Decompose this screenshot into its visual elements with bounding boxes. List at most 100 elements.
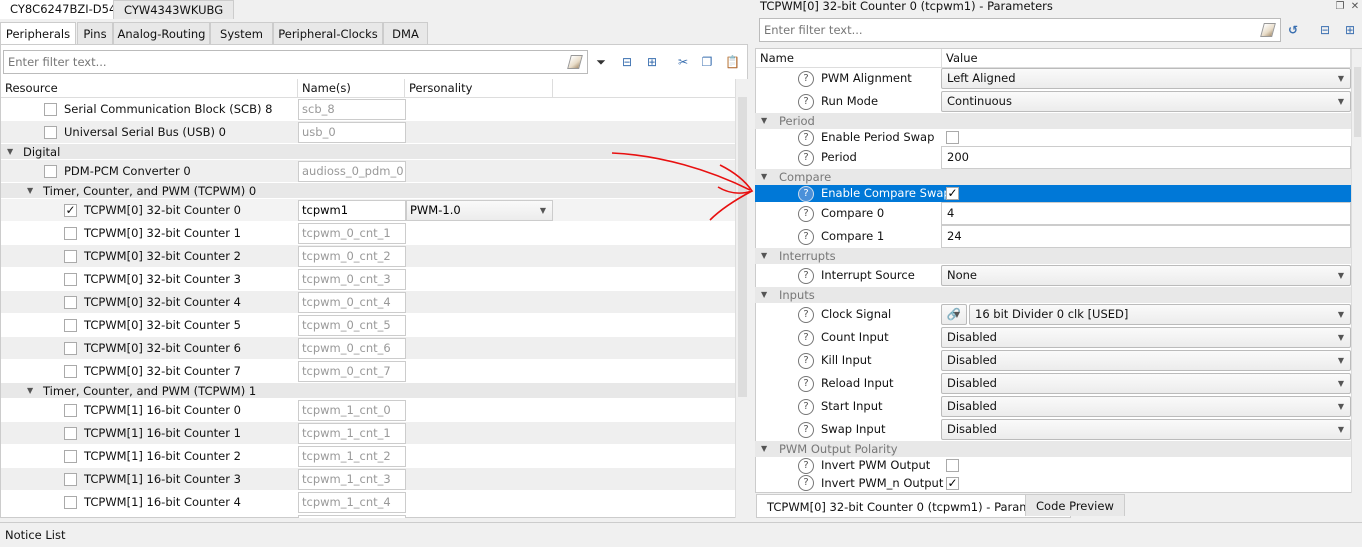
resource-row[interactable]: TCPWM[0] 32-bit Counter 7 tcpwm_0_cnt_7 [1, 360, 735, 383]
resource-checkbox[interactable] [64, 273, 77, 286]
col-resource[interactable]: Resource [1, 79, 298, 98]
resource-name-field[interactable]: tcpwm_0_cnt_7 [298, 361, 406, 382]
help-icon[interactable]: ? [798, 267, 814, 284]
clear-filter-icon[interactable] [1260, 23, 1276, 37]
resource-row[interactable]: TCPWM[1] 16-bit Counter 0 tcpwm_1_cnt_0 [1, 399, 735, 422]
close-icon[interactable]: ✕ [1348, 0, 1362, 14]
help-icon[interactable]: ? [798, 329, 814, 346]
help-icon[interactable]: ? [798, 70, 814, 87]
cut-icon[interactable]: ✂ [676, 55, 690, 69]
resource-checkbox[interactable] [64, 296, 77, 309]
param-group[interactable]: ▼ Period [755, 113, 1351, 129]
collapse-all-icon[interactable]: ⊟ [1318, 23, 1332, 37]
help-icon[interactable]: ? [798, 129, 814, 146]
help-icon[interactable]: ? [798, 421, 814, 438]
resource-row[interactable]: TCPWM[0] 32-bit Counter 2 tcpwm_0_cnt_2 [1, 245, 735, 268]
resource-checkbox[interactable] [64, 450, 77, 463]
resource-checkbox[interactable] [64, 365, 77, 378]
param-group[interactable]: ▼ Interrupts [755, 248, 1351, 264]
help-icon[interactable]: ? [798, 375, 814, 392]
param-select[interactable]: Disabled [941, 350, 1351, 371]
tree-group[interactable]: ▼ Timer, Counter, and PWM (TCPWM) 1 [1, 383, 735, 399]
resource-name-field[interactable]: tcpwm_1_cnt_0 [298, 400, 406, 421]
resource-name-field[interactable]: tcpwm_0_cnt_6 [298, 338, 406, 359]
col-value[interactable]: Value [942, 49, 1351, 68]
tab-device-cyw4343[interactable]: CYW4343WKUBG [113, 0, 235, 19]
expand-triangle-icon[interactable]: ▼ [761, 113, 767, 129]
tab-system[interactable]: System [210, 22, 273, 44]
param-select[interactable]: Disabled [941, 419, 1351, 440]
help-icon[interactable]: ? [798, 398, 814, 415]
param-text-field[interactable]: 24 [941, 225, 1351, 248]
col-names[interactable]: Name(s) [298, 79, 405, 98]
resource-name-field[interactable]: tcpwm_1_cnt_3 [298, 469, 406, 490]
resource-name-field[interactable]: tcpwm_1_cnt_2 [298, 446, 406, 467]
resource-row[interactable]: TCPWM[0] 32-bit Counter 3 tcpwm_0_cnt_3 [1, 268, 735, 291]
help-icon[interactable]: ? [798, 149, 814, 166]
tab-parameters[interactable]: TCPWM[0] 32-bit Counter 0 (tcpwm1) - Par… [756, 494, 1071, 518]
resource-checkbox[interactable] [64, 496, 77, 509]
resource-name-field[interactable]: tcpwm_0_cnt_2 [298, 246, 406, 267]
resource-row[interactable]: TCPWM[1] 16-bit Counter 2 tcpwm_1_cnt_2 [1, 445, 735, 468]
resource-name-field[interactable]: tcpwm_1_cnt_4 [298, 492, 406, 513]
personality-select[interactable]: PWM-1.0 [406, 200, 553, 221]
resource-row[interactable]: Universal Serial Bus (USB) 0 usb_0 [1, 121, 735, 144]
help-icon[interactable]: ? [798, 457, 814, 474]
param-text-field[interactable]: 4 [941, 202, 1351, 225]
resource-checkbox[interactable] [64, 404, 77, 417]
link-icon[interactable]: 🔗 [941, 304, 967, 325]
help-icon[interactable]: ? [798, 475, 814, 491]
param-text-field[interactable]: 200 [941, 146, 1351, 169]
expand-triangle-icon[interactable]: ▼ [761, 441, 767, 457]
expand-triangle-icon[interactable]: ▼ [761, 287, 767, 303]
tab-peripheral-clocks[interactable]: Peripheral-Clocks [273, 22, 383, 44]
resource-row[interactable]: Serial Communication Block (SCB) 8 scb_8 [1, 98, 735, 121]
tab-device-cy8c6247[interactable]: CY8C6247BZI-D54 [0, 0, 127, 19]
help-icon[interactable]: ? [798, 228, 814, 245]
resource-checkbox[interactable] [44, 103, 57, 116]
resource-name-field[interactable]: audioss_0_pdm_0 [298, 161, 406, 182]
resource-row[interactable]: TCPWM[1] 16-bit Counter 3 tcpwm_1_cnt_3 [1, 468, 735, 491]
help-icon[interactable]: ? [798, 93, 814, 110]
tab-dma[interactable]: DMA [383, 22, 428, 44]
collapse-all-icon[interactable]: ⊟ [620, 55, 634, 69]
params-scrollbar[interactable] [1351, 49, 1362, 493]
param-select[interactable]: 16 bit Divider 0 clk [USED] [969, 304, 1351, 325]
filter-icon[interactable]: ⏷ [594, 55, 608, 69]
resource-checkbox[interactable] [64, 319, 77, 332]
expand-all-icon[interactable]: ⊞ [1343, 23, 1357, 37]
resource-name-field[interactable]: tcpwm1 [298, 200, 406, 221]
tab-analog-routing[interactable]: Analog-Routing [113, 22, 210, 44]
param-checkbox[interactable] [946, 459, 959, 472]
expand-triangle-icon[interactable]: ▼ [761, 169, 767, 185]
resource-checkbox[interactable]: ✓ [64, 204, 77, 217]
param-checkbox[interactable] [946, 131, 959, 144]
resource-row[interactable]: TCPWM[0] 32-bit Counter 4 tcpwm_0_cnt_4 [1, 291, 735, 314]
param-group[interactable]: ▼ Compare [755, 169, 1351, 185]
expand-triangle-icon[interactable]: ▼ [27, 383, 33, 399]
resource-checkbox[interactable] [64, 227, 77, 240]
param-group[interactable]: ▼ PWM Output Polarity [755, 441, 1351, 457]
param-select[interactable]: Continuous [941, 91, 1351, 112]
resource-name-field[interactable]: tcpwm_0_cnt_4 [298, 292, 406, 313]
resource-row[interactable]: TCPWM[0] 32-bit Counter 6 tcpwm_0_cnt_6 [1, 337, 735, 360]
refresh-icon[interactable]: ↺ [1286, 23, 1300, 37]
copy-icon[interactable]: ❐ [700, 55, 714, 69]
resource-row[interactable]: TCPWM[0] 32-bit Counter 5 tcpwm_0_cnt_5 [1, 314, 735, 337]
resource-row[interactable]: TCPWM[1] 16-bit Counter 1 tcpwm_1_cnt_1 [1, 422, 735, 445]
params-filter-input[interactable]: Enter filter text... [759, 18, 1281, 42]
help-icon[interactable]: ? [798, 205, 814, 222]
left-filter-input[interactable]: Enter filter text... [3, 50, 588, 74]
help-icon[interactable]: ? [798, 185, 814, 202]
expand-triangle-icon[interactable]: ▼ [7, 144, 13, 160]
param-group[interactable]: ▼ Inputs [755, 287, 1351, 303]
resource-name-field[interactable]: tcpwm_0_cnt_3 [298, 269, 406, 290]
resource-name-field[interactable]: tcpwm_0_cnt_5 [298, 315, 406, 336]
param-select[interactable]: None [941, 265, 1351, 286]
help-icon[interactable]: ? [798, 306, 814, 323]
tab-peripherals[interactable]: Peripherals [0, 22, 76, 44]
resource-checkbox[interactable] [64, 427, 77, 440]
paste-icon[interactable]: 📋 [725, 55, 740, 69]
resource-checkbox[interactable] [64, 473, 77, 486]
param-select[interactable]: Disabled [941, 396, 1351, 417]
